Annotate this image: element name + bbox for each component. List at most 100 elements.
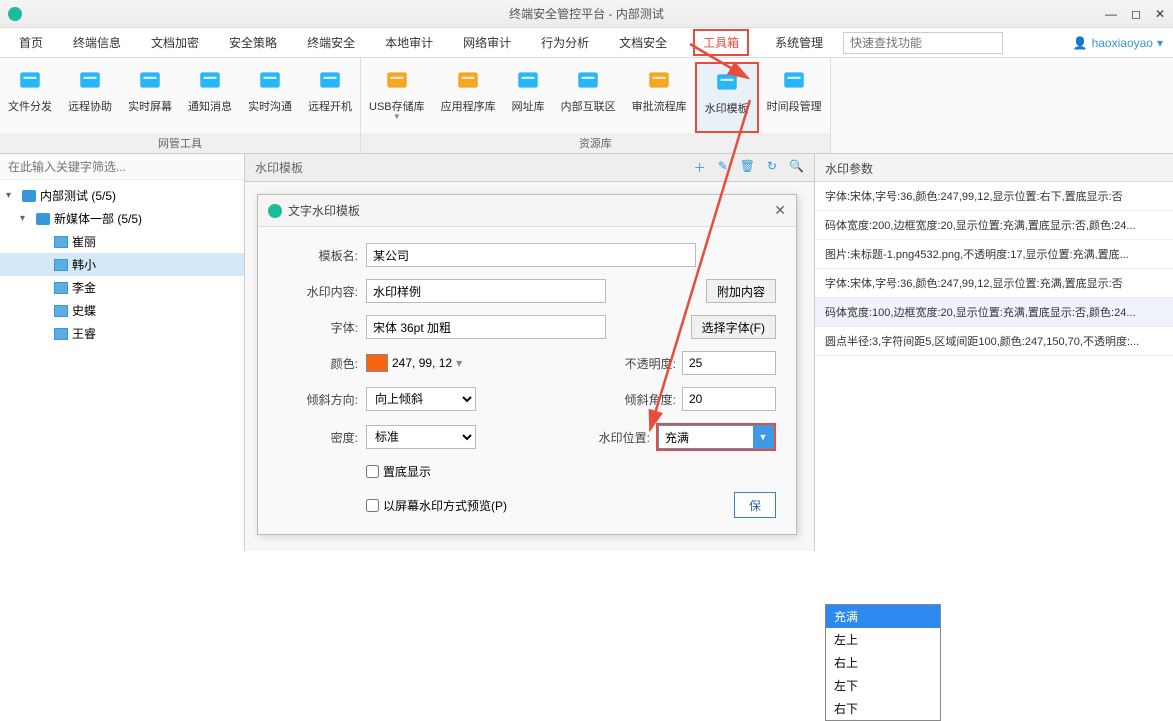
search-input[interactable] bbox=[843, 32, 1003, 54]
save-button[interactable]: 保 bbox=[734, 492, 776, 518]
refresh-icon[interactable]: ↻ bbox=[767, 159, 777, 176]
tree-node[interactable]: 王睿 bbox=[0, 322, 244, 345]
menu-item[interactable]: 首页 bbox=[15, 29, 47, 56]
ribbon-icon bbox=[643, 66, 675, 94]
tree-toggle-icon[interactable]: ▾ bbox=[6, 190, 18, 201]
menu-item[interactable]: 安全策略 bbox=[225, 29, 281, 56]
param-row[interactable]: 字体:宋体,字号:36,颜色:247,99,12,显示位置:充满,置底显示:否 bbox=[815, 269, 1173, 298]
param-row[interactable]: 码体宽度:100,边框宽度:20,显示位置:充满,置底显示:否,颜色:24... bbox=[815, 298, 1173, 327]
ribbon-icon bbox=[711, 68, 743, 96]
param-list: 字体:宋体,字号:36,颜色:247,99,12,显示位置:右下,置底显示:否码… bbox=[815, 182, 1173, 356]
menu-item[interactable]: 网络审计 bbox=[459, 29, 515, 56]
param-row[interactable]: 圆点半径:3,字符间距5,区域间距100,颜色:247,150,70,不透明度:… bbox=[815, 327, 1173, 356]
param-row[interactable]: 图片:未标题-1.png4532.png,不透明度:17,显示位置:充满,置底.… bbox=[815, 240, 1173, 269]
tree-node[interactable]: 韩小 bbox=[0, 253, 244, 276]
user-name: haoxiaoyao bbox=[1092, 36, 1153, 50]
ribbon-item[interactable]: 实时屏幕 bbox=[120, 62, 180, 133]
tree-node[interactable]: 李金 bbox=[0, 276, 244, 299]
ribbon-icon bbox=[452, 66, 484, 94]
monitor-icon bbox=[54, 282, 68, 294]
dropdown-option[interactable]: 充满 bbox=[826, 605, 940, 628]
ribbon-label: 实时屏幕 bbox=[128, 98, 172, 114]
tree-filter-input[interactable] bbox=[0, 154, 244, 180]
bottom-display-label: 置底显示 bbox=[383, 463, 431, 480]
ribbon-item[interactable]: 通知消息 bbox=[180, 62, 240, 133]
menu-item[interactable]: 文档安全 bbox=[615, 29, 671, 56]
ribbon-item[interactable]: 应用程序库 bbox=[433, 62, 504, 133]
tree-label: 韩小 bbox=[72, 256, 96, 273]
param-row[interactable]: 码体宽度:200,边框宽度:20,显示位置:充满,置底显示:否,颜色:24... bbox=[815, 211, 1173, 240]
attach-content-button[interactable]: 附加内容 bbox=[706, 279, 776, 303]
ribbon-item[interactable]: USB存储库▼ bbox=[361, 62, 433, 133]
ribbon-item[interactable]: 水印模板 bbox=[695, 62, 759, 133]
ribbon-item[interactable]: 文件分发 bbox=[0, 62, 60, 133]
edit-icon[interactable]: ✎ bbox=[718, 159, 728, 176]
ribbon-group-label: 资源库 bbox=[361, 133, 830, 153]
tree-node[interactable]: 史蝶 bbox=[0, 299, 244, 322]
sidebar: ▾内部测试 (5/5)▾新媒体一部 (5/5)崔丽韩小李金史蝶王睿 bbox=[0, 154, 245, 551]
chevron-down-icon[interactable]: ▼ bbox=[753, 426, 773, 448]
maximize-icon[interactable]: ◻ bbox=[1131, 7, 1141, 21]
menu-item[interactable]: 文档加密 bbox=[147, 29, 203, 56]
menu-item[interactable]: 终端信息 bbox=[69, 29, 125, 56]
color-label: 颜色: bbox=[278, 355, 358, 372]
dialog-close-icon[interactable]: ✕ bbox=[774, 202, 786, 219]
tree-label: 新媒体一部 (5/5) bbox=[54, 210, 142, 227]
dropdown-option[interactable]: 右上 bbox=[826, 651, 940, 674]
search-icon[interactable]: 🔍 bbox=[789, 159, 804, 176]
ribbon-item[interactable]: 内部互联区 bbox=[553, 62, 624, 133]
text-watermark-dialog: 文字水印模板 ✕ 模板名: 水印内容: 附加内容 字体: bbox=[257, 194, 797, 535]
ribbon-item[interactable]: 审批流程库 bbox=[624, 62, 695, 133]
user-menu[interactable]: 👤 haoxiaoyao ▾ bbox=[1073, 36, 1163, 50]
choose-font-button[interactable]: 选择字体(F) bbox=[691, 315, 776, 339]
tilt-dir-select[interactable]: 向上倾斜 bbox=[366, 387, 476, 411]
tree-node[interactable]: ▾ 新媒体一部 (5/5) bbox=[0, 207, 244, 230]
tilt-dir-label: 倾斜方向: bbox=[278, 391, 358, 408]
template-name-label: 模板名: bbox=[278, 247, 358, 264]
font-label: 字体: bbox=[278, 319, 358, 336]
chevron-down-icon[interactable]: ▾ bbox=[456, 356, 462, 370]
menu-item[interactable]: 行为分析 bbox=[537, 29, 593, 56]
color-swatch[interactable] bbox=[366, 354, 388, 372]
window-title: 终端安全管控平台 - 内部测试 bbox=[509, 5, 664, 22]
ribbon-label: 远程协助 bbox=[68, 98, 112, 114]
ribbon-item[interactable]: 网址库 bbox=[504, 62, 553, 133]
add-icon[interactable]: ＋ bbox=[694, 159, 706, 176]
dropdown-option[interactable]: 左下 bbox=[826, 674, 940, 697]
dropdown-option[interactable]: 右下 bbox=[826, 697, 940, 720]
close-icon[interactable]: ✕ bbox=[1155, 7, 1165, 21]
position-combo[interactable]: 充满 ▼ bbox=[658, 425, 774, 449]
ribbon-item[interactable]: 时间段管理 bbox=[759, 62, 830, 133]
density-select[interactable]: 标准 bbox=[366, 425, 476, 449]
ribbon-icon bbox=[254, 66, 286, 94]
ribbon-label: 文件分发 bbox=[8, 98, 52, 114]
menu-item[interactable]: 终端安全 bbox=[303, 29, 359, 56]
menu-item[interactable]: 本地审计 bbox=[381, 29, 437, 56]
menu-item[interactable]: 工具箱 bbox=[693, 29, 749, 56]
tree-node[interactable]: 崔丽 bbox=[0, 230, 244, 253]
delete-icon[interactable]: 🗑 bbox=[740, 159, 755, 176]
tree-toggle-icon[interactable]: ▾ bbox=[20, 213, 32, 224]
chevron-down-icon: ▾ bbox=[1157, 36, 1163, 50]
preview-label: 以屏幕水印方式预览(P) bbox=[383, 497, 507, 514]
menu-item[interactable]: 系统管理 bbox=[771, 29, 827, 56]
param-row[interactable]: 字体:宋体,字号:36,颜色:247,99,12,显示位置:右下,置底显示:否 bbox=[815, 182, 1173, 211]
ribbon-icon bbox=[381, 66, 413, 94]
ribbon-icon bbox=[778, 66, 810, 94]
preview-checkbox[interactable] bbox=[366, 499, 379, 512]
ribbon-item[interactable]: 远程开机 bbox=[300, 62, 360, 133]
dropdown-option[interactable]: 左上 bbox=[826, 628, 940, 651]
tree-node[interactable]: ▾内部测试 (5/5) bbox=[0, 184, 244, 207]
bottom-display-checkbox[interactable] bbox=[366, 465, 379, 478]
right-pane-header: 水印参数 bbox=[815, 154, 1173, 182]
ribbon-item[interactable]: 远程协助 bbox=[60, 62, 120, 133]
opacity-input[interactable] bbox=[682, 351, 776, 375]
font-input[interactable] bbox=[366, 315, 606, 339]
template-name-input[interactable] bbox=[366, 243, 696, 267]
tilt-angle-input[interactable] bbox=[682, 387, 776, 411]
content-input[interactable] bbox=[366, 279, 606, 303]
ribbon-label: 通知消息 bbox=[188, 98, 232, 114]
ribbon-item[interactable]: 实时沟通 bbox=[240, 62, 300, 133]
minimize-icon[interactable]: — bbox=[1105, 7, 1117, 21]
ribbon-label: 远程开机 bbox=[308, 98, 352, 114]
